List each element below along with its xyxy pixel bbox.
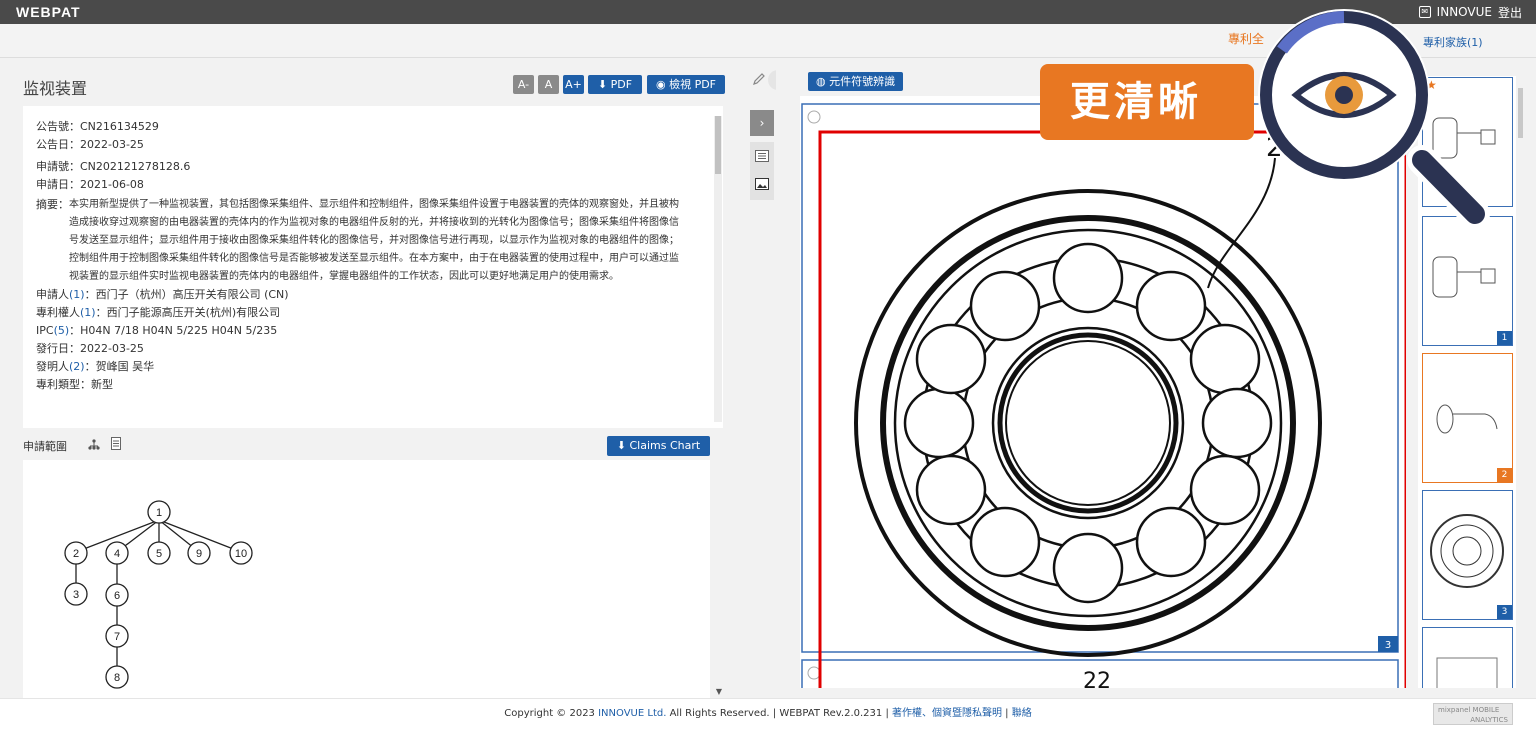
inventor: 發明人(2)：贺峰国 吴华 xyxy=(36,358,685,376)
info-scrollbar[interactable] xyxy=(714,116,722,422)
pdf-button-label: PDF xyxy=(610,78,633,91)
page-number: 3 xyxy=(1385,640,1391,651)
view-pdf-button[interactable]: ◉ 檢視 PDF xyxy=(647,75,725,94)
panel-toggle-strip: › › xyxy=(740,58,788,698)
contact-link[interactable]: 聯絡 xyxy=(1012,708,1032,719)
inventor-value: ：贺峰国 吴华 xyxy=(84,360,155,373)
patent-info-box: 公告號：CN216134529 公告日：2022-03-25 申請號：CN202… xyxy=(23,106,723,428)
thumbnail-page: 1 xyxy=(1497,331,1512,345)
abstract: 摘要： 本实用新型提供了一种监视装置，其包括图像采集组件、显示组件和控制组件，图… xyxy=(36,196,685,286)
tree-icon[interactable] xyxy=(88,439,100,450)
claim-label: 6 xyxy=(114,590,120,602)
company-link[interactable]: INNOVUE Ltd. xyxy=(598,708,666,719)
abstract-label: 摘要： xyxy=(36,198,69,211)
ipc-count-link[interactable]: (5) xyxy=(54,324,70,337)
mixpanel-badge[interactable]: mixpanel MOBILE ANALYTICS xyxy=(1433,703,1513,725)
claims-tree-box: 1 2 4 5 9 10 3 6 7 8 ▼ xyxy=(23,460,722,698)
claim-label: 4 xyxy=(114,548,120,560)
inventor-count-link[interactable]: (2) xyxy=(69,360,85,373)
copyright-prefix: Copyright © 2023 xyxy=(504,708,599,719)
applicant: 申請人(1)：西门子（杭州）高压开关有限公司 (CN) xyxy=(36,286,685,304)
applicant-label: 申請人 xyxy=(36,288,69,301)
mixpanel-line2: ANALYTICS xyxy=(1470,716,1508,724)
ipc-value: ：H04N 7/18 H04N 5/225 H04N 5/235 xyxy=(69,324,278,337)
mixpanel-line1: mixpanel MOBILE xyxy=(1438,706,1500,714)
inventor-label: 發明人 xyxy=(36,360,69,373)
info-scrollbar-thumb[interactable] xyxy=(715,116,721,174)
patent-type: 專利類型：新型 xyxy=(36,378,113,391)
issue-date: 發行日：2022-03-25 xyxy=(36,342,144,355)
element-recognition-button[interactable]: ◍ 元件符號辨識 xyxy=(808,72,904,91)
abstract-text: 本实用新型提供了一种监视装置，其包括图像采集组件、显示组件和控制组件，图像采集组… xyxy=(69,199,679,282)
magnifier-eye-icon xyxy=(1258,9,1490,229)
rss-icon: ◉ xyxy=(655,78,666,91)
document-icon[interactable] xyxy=(111,437,121,450)
applicant-count-link[interactable]: (1) xyxy=(69,288,85,301)
download-icon: ⬇ xyxy=(597,78,608,91)
footer-separator: | xyxy=(1002,708,1012,719)
claims-chart-button[interactable]: ⬇ Claims Chart xyxy=(607,436,710,456)
thumbnail-scrollbar[interactable] xyxy=(1518,88,1523,138)
claim-label: 5 xyxy=(156,548,162,560)
pencil-icon[interactable] xyxy=(752,72,766,86)
page-title: 监视装置 xyxy=(23,79,88,98)
claim-label: 10 xyxy=(235,548,247,560)
webpat-logo[interactable]: WEBPAT xyxy=(16,4,81,20)
claim-label: 2 xyxy=(73,548,79,560)
claim-label: 3 xyxy=(73,589,79,601)
ipc-label: IPC xyxy=(36,324,54,337)
font-normal-button[interactable]: A xyxy=(538,75,559,94)
element-recognition-label: 元件符號辨識 xyxy=(829,75,896,88)
reference-label: 22 xyxy=(1083,669,1111,688)
view-pdf-label: 檢視 PDF xyxy=(669,78,717,91)
globe-icon: ◍ xyxy=(816,75,826,88)
claim-label: 7 xyxy=(114,631,120,643)
assignee-count-link[interactable]: (1) xyxy=(80,306,96,319)
assignee-label: 專利權人 xyxy=(36,306,80,319)
logout-link[interactable]: 登出 xyxy=(1498,4,1522,21)
privacy-link[interactable]: 著作權、個資暨隱私聲明 xyxy=(892,708,1002,719)
application-number: 申請號：CN202121278128.6 xyxy=(36,160,191,173)
view-toggle-group xyxy=(750,142,774,200)
claims-label: 申請範圍 xyxy=(23,440,67,453)
image-view-icon[interactable] xyxy=(755,178,769,190)
applicant-value: ：西门子（杭州）高压开关有限公司 (CN) xyxy=(84,288,289,301)
claim-label: 9 xyxy=(196,548,202,560)
claims-tree: 1 2 4 5 9 10 3 6 7 8 xyxy=(64,500,253,689)
thumbnail-selected[interactable]: 2 xyxy=(1422,353,1513,483)
thumbnail-page: 2 xyxy=(1497,468,1512,482)
thumbnail-page: 3 xyxy=(1497,605,1512,619)
pdf-button[interactable]: ⬇ PDF xyxy=(588,75,642,94)
callout-banner: 更清晰 xyxy=(1040,64,1254,140)
font-decrease-button[interactable]: A- xyxy=(513,75,534,94)
scroll-down-arrow-icon[interactable]: ▼ xyxy=(716,687,722,696)
text-view-icon[interactable] xyxy=(755,150,769,162)
publication-date: 公告日：2022-03-25 xyxy=(36,138,144,151)
claim-label: 1 xyxy=(156,507,162,519)
thumbnail[interactable] xyxy=(1422,627,1513,688)
footer: Copyright © 2023 INNOVUE Ltd. All Rights… xyxy=(0,698,1536,733)
left-panel: 监视装置 A- A A+ ⬇ PDF ◉ 檢視 PDF 公告號：CN216134… xyxy=(0,58,740,698)
expand-arrow-icon[interactable]: › xyxy=(750,110,774,136)
ipc: IPC(5)：H04N 7/18 H04N 5/225 H04N 5/235 xyxy=(36,322,685,340)
assignee-value: ：西门子能源高压开关(杭州)有限公司 xyxy=(95,306,281,319)
thumbnail[interactable]: 3 xyxy=(1422,490,1513,620)
claim-label: 8 xyxy=(114,672,120,684)
font-increase-button[interactable]: A+ xyxy=(563,75,584,94)
publication-number: 公告號：CN216134529 xyxy=(36,120,159,133)
copyright-suffix: All Rights Reserved. | WEBPAT Rev.2.0.23… xyxy=(666,708,892,719)
application-date: 申請日：2021-06-08 xyxy=(36,178,144,191)
claims-chart-label: Claims Chart xyxy=(629,439,701,452)
assignee: 專利權人(1)：西门子能源高压开关(杭州)有限公司 xyxy=(36,304,685,322)
claims-header: 申請範圍 ⬇ Claims Chart xyxy=(23,430,713,458)
download-icon: ⬇ xyxy=(616,439,626,452)
